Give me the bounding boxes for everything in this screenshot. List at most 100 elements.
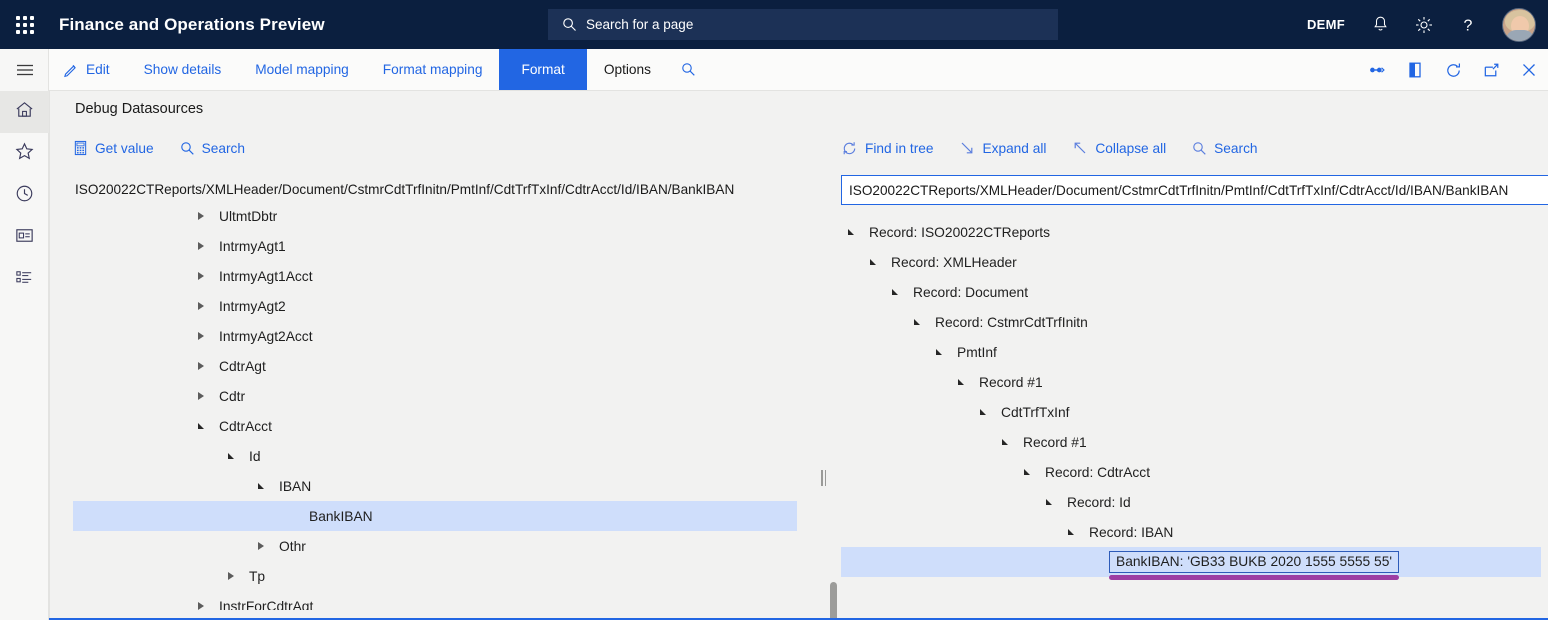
find-in-tree-button[interactable]: Find in tree bbox=[841, 140, 933, 157]
tree-node[interactable]: IntrmyAgt1 bbox=[73, 231, 797, 261]
tree-node[interactable]: Record: CstmrCdtTrfInitn bbox=[841, 307, 1541, 337]
tree-node[interactable]: CdtrAcct bbox=[73, 411, 797, 441]
chevron-down-icon[interactable] bbox=[191, 423, 211, 429]
chevron-down-icon[interactable] bbox=[885, 289, 905, 295]
tree-node[interactable]: BankIBAN bbox=[73, 501, 797, 531]
tree-node[interactable]: UltmtDbtr bbox=[73, 201, 797, 231]
refresh-icon[interactable] bbox=[1434, 49, 1472, 91]
left-navigation-rail bbox=[0, 49, 49, 620]
user-avatar[interactable] bbox=[1490, 0, 1548, 49]
tree-node[interactable]: Record: IBAN bbox=[841, 517, 1541, 547]
datasources-toolbar: Get value Search bbox=[73, 133, 797, 163]
tree-path-input[interactable] bbox=[841, 175, 1548, 205]
chevron-down-icon[interactable] bbox=[995, 439, 1015, 445]
model-mapping-button[interactable]: Model mapping bbox=[238, 49, 366, 90]
sidebar-item-recent[interactable] bbox=[0, 175, 49, 217]
get-value-button[interactable]: Get value bbox=[73, 140, 154, 156]
chevron-down-icon[interactable] bbox=[221, 453, 241, 459]
sidebar-item-home[interactable] bbox=[0, 91, 49, 133]
tree-node[interactable]: IBAN bbox=[73, 471, 797, 501]
tab-format[interactable]: Format bbox=[499, 49, 586, 90]
tree-node[interactable]: CdtTrfTxInf bbox=[841, 397, 1541, 427]
tree-node[interactable]: InstrForCdtrAgt bbox=[73, 591, 797, 610]
tree-node[interactable]: Record #1 bbox=[841, 427, 1541, 457]
tree-node-label: IntrmyAgt1 bbox=[211, 239, 286, 254]
format-mapping-button[interactable]: Format mapping bbox=[366, 49, 500, 90]
tree-node[interactable]: Record: CdtrAcct bbox=[841, 457, 1541, 487]
company-selector[interactable]: DEMF bbox=[1294, 0, 1358, 49]
collapse-all-button[interactable]: Collapse all bbox=[1072, 140, 1166, 156]
tree-node[interactable]: IntrmyAgt2 bbox=[73, 291, 797, 321]
chevron-right-icon[interactable] bbox=[191, 362, 211, 370]
global-search-input[interactable]: Search for a page bbox=[548, 9, 1058, 40]
command-search-icon[interactable] bbox=[668, 49, 709, 90]
content-area: Debug Datasources Get value Search bbox=[49, 91, 1548, 620]
tree-node[interactable]: Id bbox=[73, 441, 797, 471]
chevron-down-icon[interactable] bbox=[841, 229, 861, 235]
tree-node[interactable]: IntrmyAgt2Acct bbox=[73, 321, 797, 351]
chevron-right-icon[interactable] bbox=[191, 242, 211, 250]
pencil-icon bbox=[63, 62, 79, 78]
tree-node-label: Othr bbox=[271, 539, 306, 554]
edit-button[interactable]: Edit bbox=[49, 49, 127, 90]
tree-search-button[interactable]: Search bbox=[1192, 141, 1257, 156]
chevron-right-icon[interactable] bbox=[191, 602, 211, 610]
search-icon bbox=[562, 17, 577, 32]
tree-node[interactable]: Record: XMLHeader bbox=[841, 247, 1541, 277]
chevron-right-icon[interactable] bbox=[191, 212, 211, 220]
chevron-right-icon[interactable] bbox=[191, 332, 211, 340]
chevron-right-icon[interactable] bbox=[191, 392, 211, 400]
chevron-right-icon[interactable] bbox=[251, 542, 271, 550]
chevron-down-icon[interactable] bbox=[1061, 529, 1081, 535]
chevron-down-icon[interactable] bbox=[863, 259, 883, 265]
tree-node[interactable]: Othr bbox=[73, 531, 797, 561]
hamburger-menu-icon[interactable] bbox=[0, 49, 49, 91]
tab-options[interactable]: Options bbox=[587, 49, 668, 90]
chevron-down-icon[interactable] bbox=[929, 349, 949, 355]
question-mark-icon[interactable]: ? bbox=[1446, 0, 1490, 49]
attach-icon[interactable] bbox=[1358, 49, 1396, 91]
bell-icon[interactable] bbox=[1358, 0, 1402, 49]
tree-node[interactable]: Tp bbox=[73, 561, 797, 591]
gear-icon[interactable] bbox=[1402, 0, 1446, 49]
header-right-actions: DEMF ? bbox=[1294, 0, 1548, 49]
show-details-button[interactable]: Show details bbox=[127, 49, 239, 90]
datasources-tree[interactable]: UltmtDbtrIntrmyAgt1IntrmyAgt1AcctIntrmyA… bbox=[73, 201, 797, 610]
expand-all-button[interactable]: Expand all bbox=[959, 140, 1046, 156]
chevron-down-icon[interactable] bbox=[1039, 499, 1059, 505]
search-icon bbox=[1192, 141, 1207, 156]
sidebar-item-favorites[interactable] bbox=[0, 133, 49, 175]
chevron-right-icon[interactable] bbox=[191, 302, 211, 310]
tree-node[interactable]: Record #1 bbox=[841, 367, 1541, 397]
refresh-circle-icon bbox=[841, 140, 858, 157]
get-value-label: Get value bbox=[95, 141, 154, 156]
chevron-down-icon[interactable] bbox=[1017, 469, 1037, 475]
tree-node[interactable]: BankIBAN: 'GB33 BUKB 2020 1555 5555 55' bbox=[841, 547, 1541, 577]
sidebar-item-modules[interactable] bbox=[0, 259, 49, 301]
chevron-right-icon[interactable] bbox=[191, 272, 211, 280]
waffle-grid bbox=[16, 16, 34, 34]
open-in-new-window-icon[interactable] bbox=[1396, 49, 1434, 91]
chevron-down-icon[interactable] bbox=[951, 379, 971, 385]
tree-node[interactable]: Record: Document bbox=[841, 277, 1541, 307]
tree-node[interactable]: PmtInf bbox=[841, 337, 1541, 367]
chevron-down-icon[interactable] bbox=[251, 483, 271, 489]
tree-node-label: BankIBAN: 'GB33 BUKB 2020 1555 5555 55' bbox=[1109, 551, 1399, 573]
chevron-down-icon[interactable] bbox=[907, 319, 927, 325]
pop-out-icon[interactable] bbox=[1472, 49, 1510, 91]
model-mapping-label: Model mapping bbox=[255, 62, 349, 77]
tree-node[interactable]: Record: ISO20022CTReports bbox=[841, 217, 1541, 247]
app-launcher-icon[interactable] bbox=[0, 0, 49, 49]
highlight-underline bbox=[1109, 575, 1399, 580]
tree-node[interactable]: Record: Id bbox=[841, 487, 1541, 517]
sidebar-item-workspaces[interactable] bbox=[0, 217, 49, 259]
tree-node[interactable]: IntrmyAgt1Acct bbox=[73, 261, 797, 291]
tree-node[interactable]: CdtrAgt bbox=[73, 351, 797, 381]
tree-node[interactable]: Cdtr bbox=[73, 381, 797, 411]
close-icon[interactable] bbox=[1510, 49, 1548, 91]
datasources-search-button[interactable]: Search bbox=[180, 141, 245, 156]
chevron-down-icon[interactable] bbox=[973, 409, 993, 415]
chevron-right-icon[interactable] bbox=[221, 572, 241, 580]
result-tree[interactable]: Record: ISO20022CTReportsRecord: XMLHead… bbox=[841, 217, 1541, 617]
datasources-search-label: Search bbox=[202, 141, 245, 156]
